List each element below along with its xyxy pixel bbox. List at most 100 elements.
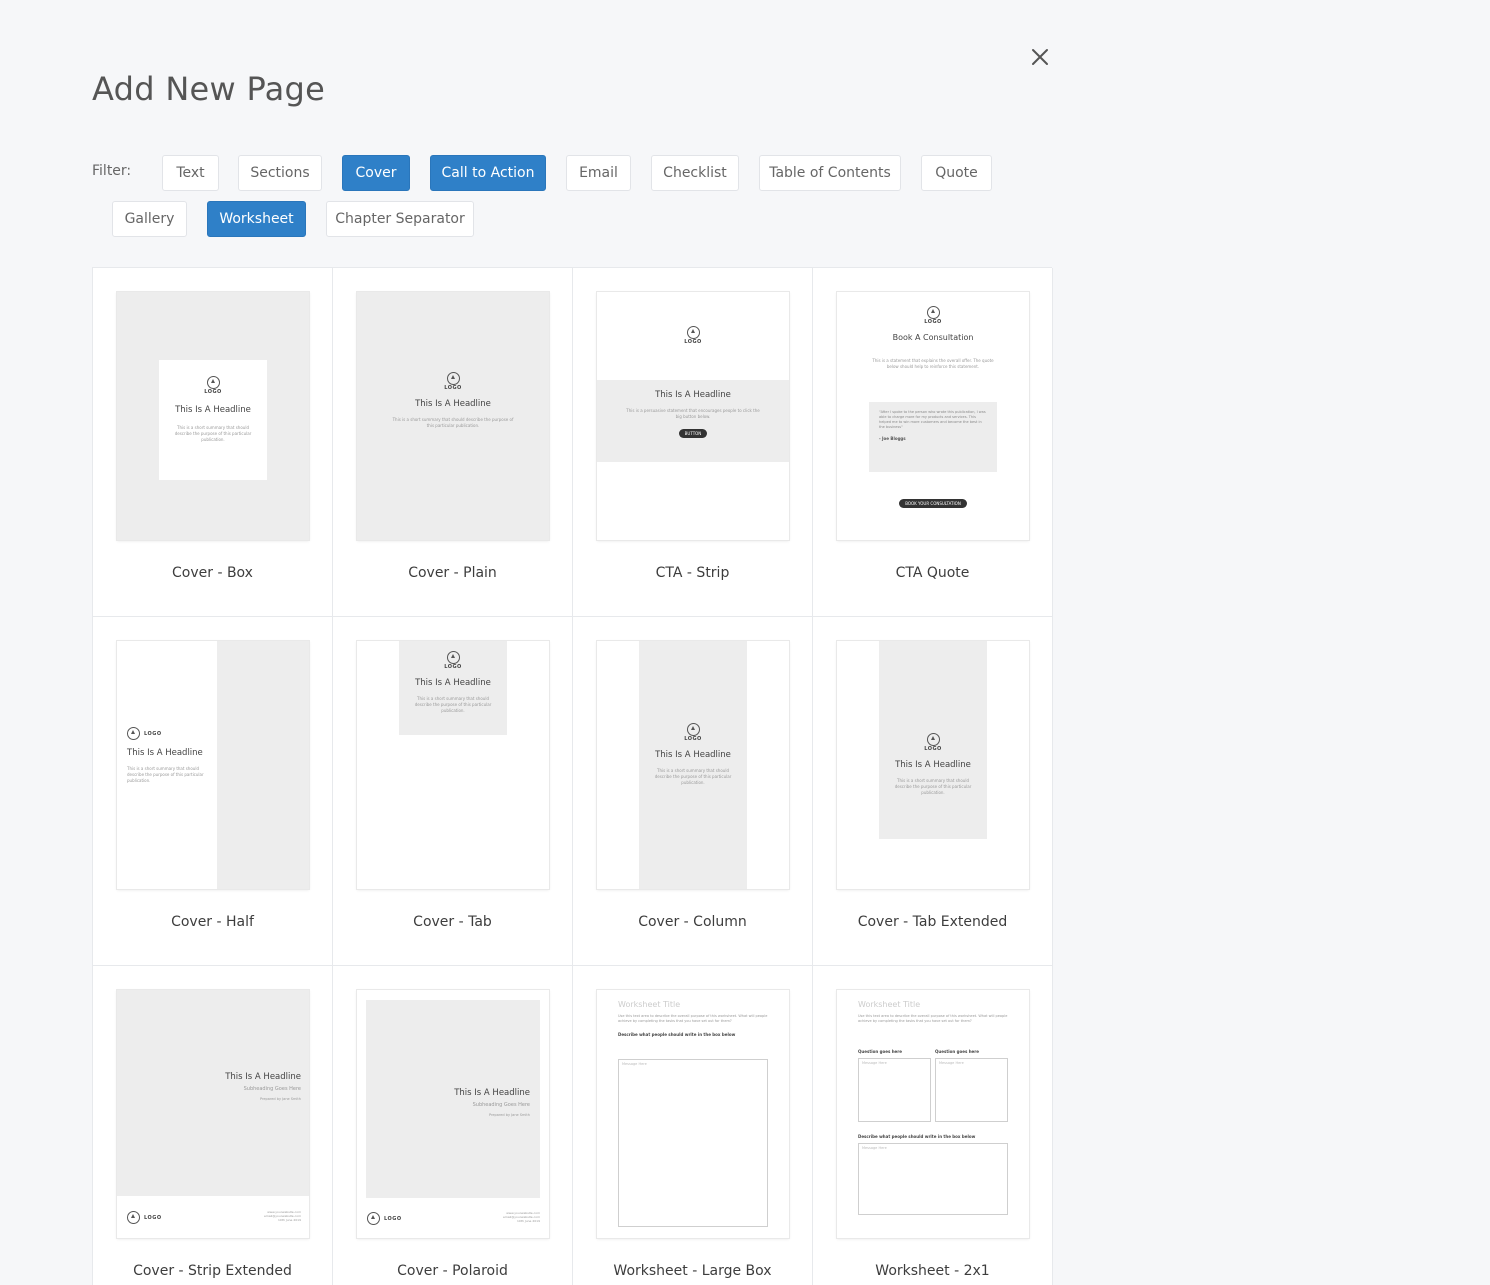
filter-chip-text[interactable]: Text: [162, 155, 219, 191]
template-thumbnail: This Is A Headline Subheading Goes Here …: [117, 990, 309, 1238]
template-thumbnail: LOGO This Is A Headline This is a persua…: [597, 292, 789, 540]
thumb-ws-box: Message Here: [618, 1059, 768, 1227]
template-card-cover-strip-extended[interactable]: This Is A Headline Subheading Goes Here …: [93, 966, 333, 1285]
logo-icon: [127, 1211, 140, 1224]
close-icon: [1032, 49, 1048, 65]
template-thumbnail: LOGO This Is A Headline This is a short …: [117, 292, 309, 540]
thumb-summary: This is a short summary that should desc…: [392, 417, 514, 428]
thumb-ws-placeholder: Message Here: [622, 1062, 647, 1066]
thumb-button: BUTTON: [678, 429, 708, 438]
thumb-content: LOGO This Is A Headline This is a short …: [127, 727, 213, 784]
template-card-cover-polaroid[interactable]: This Is A Headline Subheading Goes Here …: [333, 966, 573, 1285]
logo-icon: [926, 306, 940, 319]
thumb-footer-date: 10th June 2019: [517, 1219, 540, 1223]
template-card-cover-column[interactable]: LOGO This Is A Headline This is a short …: [573, 617, 813, 966]
template-card-cover-tab-extended[interactable]: LOGO This Is A Headline This is a short …: [813, 617, 1053, 966]
template-thumbnail: LOGO This Is A Headline This is a short …: [357, 641, 549, 889]
thumb-headline: This Is A Headline: [655, 390, 731, 400]
filter-chip-sections[interactable]: Sections: [238, 155, 322, 191]
filter-chip-checklist[interactable]: Checklist: [651, 155, 739, 191]
template-card-worksheet-2x1[interactable]: Worksheet Title Use this text area to de…: [813, 966, 1053, 1285]
template-card-worksheet-large-box[interactable]: Worksheet Title Use this text area to de…: [573, 966, 813, 1285]
filter-chip-chapter-separator[interactable]: Chapter Separator: [326, 201, 474, 237]
thumb-tab: LOGO This Is A Headline This is a short …: [399, 641, 507, 735]
template-card-cover-box[interactable]: LOGO This Is A Headline This is a short …: [93, 268, 333, 617]
thumb-column: LOGO This Is A Headline This is a short …: [639, 641, 747, 889]
thumb-quote-author: - Joe Bloggs: [879, 436, 906, 441]
thumb-summary: This is a short summary that should desc…: [894, 778, 972, 795]
thumb-ws-question-2: Question goes here: [935, 1049, 979, 1054]
thumb-ws-box-2: Message Here: [935, 1058, 1008, 1122]
thumb-summary: This is a short summary that should desc…: [414, 696, 492, 713]
close-button[interactable]: [1028, 45, 1052, 69]
thumb-logo: LOGO: [597, 326, 789, 345]
logo-icon: [446, 372, 460, 385]
filter-chip-gallery[interactable]: Gallery: [112, 201, 187, 237]
template-name: Cover - Strip Extended: [133, 1263, 292, 1279]
template-name: Cover - Polaroid: [397, 1263, 508, 1279]
template-name: Cover - Tab: [413, 914, 492, 930]
template-grid: LOGO This Is A Headline This is a short …: [92, 267, 1053, 1285]
template-card-cover-half[interactable]: LOGO This Is A Headline This is a short …: [93, 617, 333, 966]
filter-chip-worksheet[interactable]: Worksheet: [207, 201, 306, 237]
template-thumbnail: LOGO This Is A Headline This is a short …: [597, 641, 789, 889]
template-thumbnail: LOGO This Is A Headline This is a short …: [117, 641, 309, 889]
thumb-footer-info: www.yourwebsite.com email@yourwebsite.co…: [503, 1211, 540, 1223]
thumb-subheading: Subheading Goes Here: [243, 1086, 301, 1092]
template-thumbnail: Worksheet Title Use this text area to de…: [597, 990, 789, 1238]
thumb-headline: This Is A Headline: [655, 750, 731, 760]
thumb-ws-box-3: Message Here: [858, 1143, 1008, 1215]
thumb-content: Worksheet Title Use this text area to de…: [618, 1000, 778, 1037]
filter-chip-email[interactable]: Email: [566, 155, 631, 191]
thumb-ws-describe: Describe what people should write in the…: [618, 1032, 736, 1037]
filter-chip-table-of-contents[interactable]: Table of Contents: [759, 155, 901, 191]
template-name: Cover - Box: [172, 565, 253, 581]
thumb-summary: This is a short summary that should desc…: [654, 768, 732, 785]
thumb-headline: This Is A Headline: [415, 678, 491, 688]
thumb-prepared: Prepared by Jane Smith: [259, 1097, 301, 1101]
logo-icon: [926, 733, 940, 746]
template-card-cta-quote[interactable]: LOGO Book A Consultation This is a state…: [813, 268, 1053, 617]
thumb-strip: This Is A Headline Subheading Goes Here …: [117, 990, 309, 1196]
template-name: CTA - Strip: [655, 565, 730, 581]
template-card-cover-plain[interactable]: LOGO This Is A Headline This is a short …: [333, 268, 573, 617]
thumb-ws-title: Worksheet Title: [618, 1000, 681, 1009]
thumb-ws-title: Worksheet Title: [858, 1000, 921, 1009]
filter-chip-cover[interactable]: Cover: [342, 155, 410, 191]
thumb-logo-text: LOGO: [924, 319, 942, 325]
thumb-ws-placeholder: Message Here: [862, 1061, 887, 1065]
thumb-prepared: Prepared by Jane Smith: [488, 1113, 530, 1117]
page-title: Add New Page: [92, 70, 326, 108]
thumb-logo-text: LOGO: [204, 389, 222, 395]
thumb-headline: This Is A Headline: [225, 1072, 301, 1082]
thumb-content: LOGO This Is A Headline This is a short …: [377, 372, 529, 429]
thumb-summary: This is a short summary that should desc…: [127, 766, 204, 783]
filter-label: Filter:: [92, 163, 132, 179]
thumb-logo-text: LOGO: [384, 1215, 402, 1222]
thumb-quote-box: "After I spoke to the person who wrote t…: [869, 402, 997, 472]
logo-icon: [127, 727, 140, 740]
template-name: Worksheet - Large Box: [613, 1263, 772, 1279]
thumb-footer-logo: LOGO: [127, 1211, 162, 1224]
thumb-box: LOGO This Is A Headline This is a short …: [159, 360, 267, 480]
logo-icon: [367, 1212, 380, 1225]
template-card-cta-strip[interactable]: LOGO This Is A Headline This is a persua…: [573, 268, 813, 617]
template-name: Cover - Column: [638, 914, 747, 930]
template-name: Cover - Plain: [408, 565, 497, 581]
thumb-headline: This Is A Headline: [895, 760, 971, 770]
thumb-headline: This Is A Headline: [415, 399, 491, 409]
thumb-summary: This is a statement that explains the ov…: [872, 358, 994, 369]
filter-chip-quote[interactable]: Quote: [921, 155, 992, 191]
thumb-cta: BOOK YOUR CONSULTATION: [837, 490, 1029, 509]
thumb-ws-placeholder: Message Here: [862, 1146, 887, 1150]
template-thumbnail: Worksheet Title Use this text area to de…: [837, 990, 1029, 1238]
thumb-ws-intro: Use this text area to describe the overa…: [858, 1014, 1008, 1023]
template-thumbnail: This Is A Headline Subheading Goes Here …: [357, 990, 549, 1238]
template-card-cover-tab[interactable]: LOGO This Is A Headline This is a short …: [333, 617, 573, 966]
thumb-ws-intro: Use this text area to describe the overa…: [618, 1014, 768, 1023]
template-name: Cover - Tab Extended: [857, 914, 1008, 930]
thumb-content: Worksheet Title Use this text area to de…: [858, 1000, 1018, 1024]
thumb-headline: This Is A Headline: [127, 748, 203, 758]
filter-chip-call-to-action[interactable]: Call to Action: [430, 155, 546, 191]
thumb-ws-question-1: Question goes here: [858, 1049, 902, 1054]
